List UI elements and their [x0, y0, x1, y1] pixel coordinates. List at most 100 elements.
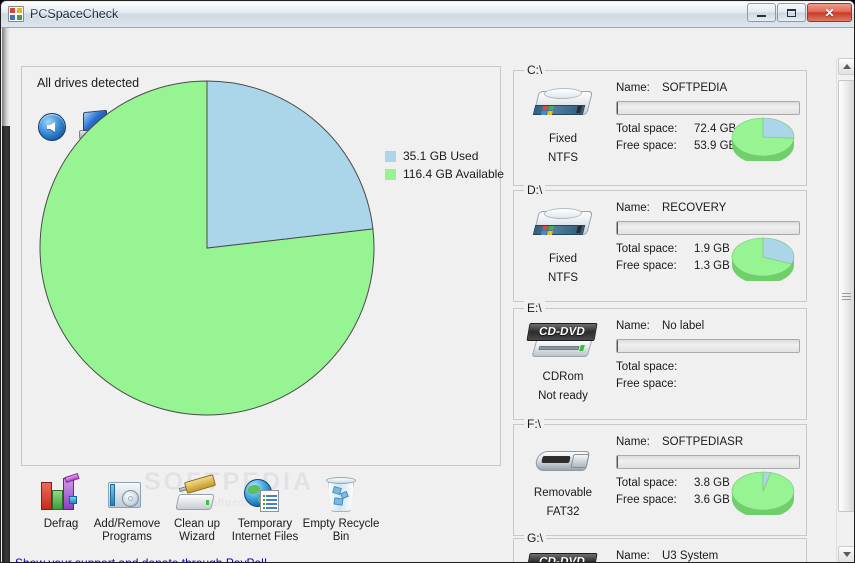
drive-name-row: Name: SOFTPEDIA [616, 82, 727, 94]
drive-usage-fill [617, 222, 618, 234]
left-strip-top [2, 28, 10, 126]
name-label: Name: [616, 202, 650, 214]
app-icon [8, 6, 24, 22]
drive-name-value: SOFTPEDIA [662, 82, 728, 94]
drive-filesystem: FAT32 [546, 506, 580, 518]
scroll-up-button[interactable] [838, 58, 854, 75]
pie-legend: 35.1 GB Used 116.4 GB Available [385, 149, 504, 185]
scroll-down-button[interactable] [838, 546, 854, 562]
scrollbar-thumb[interactable] [838, 80, 854, 512]
drive-letter: F:\ [524, 417, 544, 431]
empty-recycle-bin-icon [319, 476, 363, 516]
name-label: Name: [616, 550, 650, 562]
defrag-icon [39, 472, 83, 516]
drive-letter: G:\ [524, 531, 547, 545]
drive-name-value: RECOVERY [662, 202, 727, 214]
legend-item-used: 35.1 GB Used [385, 149, 504, 163]
drive-usage-fill [617, 340, 618, 352]
minimize-button[interactable] [747, 3, 776, 22]
hard-drive-icon [528, 83, 598, 131]
drive-panel[interactable]: G:\ CD-DVD Name: U3 System [513, 531, 807, 563]
drive-type: Fixed [548, 253, 578, 265]
total-space-label: Total space: [616, 361, 678, 373]
left-strip-bottom [2, 126, 10, 562]
drive-letter: D:\ [524, 183, 546, 197]
drives-pie-chart [39, 80, 375, 416]
name-label: Name: [616, 320, 650, 332]
drive-panel[interactable]: F:\ Removable FAT32 Name: SOFTPEDIASR Tot… [513, 417, 807, 536]
drive-letter: E:\ [524, 301, 545, 315]
left-edge-strip [1, 28, 10, 562]
total-space-label: Total space: [616, 123, 678, 135]
application-window: PCSpaceCheck ✕ All drives detected 35.1 … [0, 0, 855, 563]
temporary-internet-files-icon [243, 476, 287, 516]
tool-label: Empty Recycle Bin [302, 518, 380, 543]
cd-dvd-label: CD-DVD [537, 556, 587, 563]
cd-dvd-icon: CD-DVD [526, 551, 598, 563]
free-space-label: Free space: [616, 378, 677, 390]
drive-pie-chart [731, 117, 795, 161]
total-space-label: Total space: [616, 477, 678, 489]
drive-list-scrollbar[interactable] [836, 58, 854, 562]
hard-drive-icon [528, 203, 598, 251]
minimize-icon [757, 14, 766, 17]
free-space-label: Free space: [616, 494, 677, 506]
drive-name-row: Name: RECOVERY [616, 202, 726, 214]
drive-filesystem: Not ready [538, 390, 588, 402]
free-space-value: 1.3 GB [694, 260, 730, 272]
cd-dvd-icon: CD-DVD [526, 321, 598, 369]
free-space-label: Free space: [616, 140, 677, 152]
legend-label-available: 116.4 GB Available [403, 167, 504, 181]
free-space-value: 3.6 GB [694, 494, 730, 506]
client-area: All drives detected 35.1 GB Used 116.4 G… [1, 28, 854, 563]
total-space-row: Total space: 72.4 GB [616, 123, 736, 135]
window-controls: ✕ [747, 3, 852, 22]
usb-removable-icon [528, 437, 598, 485]
maximize-icon [787, 8, 796, 17]
window-title: PCSpaceCheck [30, 7, 119, 21]
all-drives-panel: All drives detected 35.1 GB Used 116.4 G… [21, 66, 504, 466]
total-space-value: 3.8 GB [694, 477, 730, 489]
drive-name-value: U3 System [662, 550, 719, 562]
close-icon: ✕ [824, 5, 835, 20]
drive-type: CDRom [542, 371, 584, 383]
drive-usage-bar [616, 101, 800, 115]
cd-dvd-label: CD-DVD [537, 326, 587, 338]
title-bar[interactable]: PCSpaceCheck ✕ [1, 1, 854, 28]
total-space-row: Total space: 1.9 GB [616, 243, 730, 255]
close-button[interactable]: ✕ [807, 3, 852, 22]
drive-usage-bar [616, 221, 800, 235]
total-space-value: 1.9 GB [694, 243, 730, 255]
total-space-label: Total space: [616, 243, 678, 255]
chevron-up-icon [842, 64, 851, 69]
drive-usage-bar [616, 455, 800, 469]
clean-up-wizard-icon [175, 474, 219, 516]
drive-usage-bar [616, 339, 800, 353]
legend-label-used: 35.1 GB Used [403, 149, 479, 163]
legend-swatch-available [385, 168, 396, 180]
tool-empty-recycle-bin[interactable]: Empty Recycle Bin [295, 476, 387, 543]
drive-usage-fill [617, 102, 618, 114]
maximize-button[interactable] [777, 3, 806, 22]
name-label: Name: [616, 82, 650, 94]
scrollbar-grip-icon [842, 291, 851, 302]
drive-name-row: Name: U3 System [616, 550, 718, 562]
drive-panel[interactable]: C:\ Fixed NTFS Name: SOFTPEDIA Total spac… [513, 63, 807, 186]
free-space-row: Free space: 53.9 GB [616, 140, 736, 152]
drive-filesystem: NTFS [547, 152, 579, 164]
donate-link[interactable]: Show your support and donate through Pay… [15, 556, 267, 562]
drive-name-row: Name: SOFTPEDIASR [616, 436, 743, 448]
tools-bar: Defrag Add/Remove Programs Clean up Wizard [15, 472, 495, 543]
drive-panel[interactable]: D:\ Fixed NTFS Name: RECOVERY Total space… [513, 183, 807, 302]
drive-name-value: SOFTPEDIASR [662, 436, 744, 448]
chevron-down-icon [842, 552, 851, 557]
drive-name-row: Name: No label [616, 320, 704, 332]
drive-panel[interactable]: E:\ CD-DVD CDRom Not ready Name: No label… [513, 301, 807, 420]
drive-letter: C:\ [524, 63, 546, 77]
free-space-label: Free space: [616, 260, 677, 272]
total-space-row: Total space: 3.8 GB [616, 477, 730, 489]
free-space-row: Free space: 1.3 GB [616, 260, 730, 272]
drive-pie-chart [731, 471, 795, 515]
free-space-row: Free space: 3.6 GB [616, 494, 730, 506]
add-remove-programs-icon [105, 476, 149, 516]
